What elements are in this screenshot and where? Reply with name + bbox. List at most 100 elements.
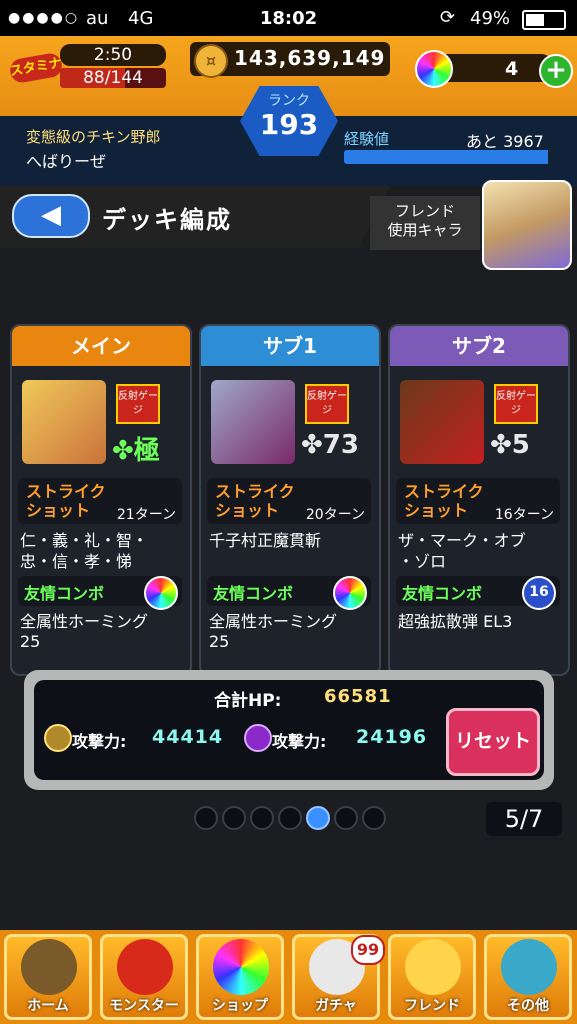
strike-shot-box: ストライク ショット 20ターン [207, 478, 371, 524]
strike-shot-name: ザ・マーク・オブ ・ゾロ [398, 531, 526, 571]
deck-slot-tab: サブ2 [390, 326, 568, 366]
friendship-combo-icon: 16 [522, 576, 556, 610]
bottom-nav: ホーム モンスター ショップ ガチャ 99 フレンド その他 [0, 930, 577, 1024]
deck-slot-1[interactable]: メイン反射ゲージ ✤極ストライク ショット 21ターン仁・義・礼・智・ 忠・信・孝・… [10, 324, 192, 676]
battery-percent: 49% [470, 8, 511, 29]
notification-badge: 99 [351, 935, 385, 965]
rank-badge: ランク 193 [240, 86, 338, 156]
status-bar: ●●●●○ au 4G 18:02 ⟳ 49% [0, 0, 577, 36]
nav-label: その他 [507, 998, 549, 1014]
page-dot-3[interactable] [250, 806, 274, 830]
other-icon [501, 939, 557, 995]
nav-other-button[interactable]: その他 [484, 934, 572, 1020]
monster-avatar[interactable] [400, 380, 484, 464]
deck-slot-3[interactable]: サブ2 反射ゲージ ✤5 ストライク ショット 16ターン ザ・マーク・オブ ・ゾロ 友情コ… [388, 324, 570, 676]
player-name: へばりーぜ [26, 152, 107, 171]
strike-shot-turns: 16ターン [494, 507, 554, 523]
battery-icon [522, 10, 566, 30]
strike-shot-label: ストライク ショット [404, 482, 484, 520]
luck-value: ✤極 [112, 436, 160, 466]
nav-label: モンスター [109, 998, 179, 1014]
orb-counter: 4 + [415, 50, 573, 88]
rotation-lock-icon: ⟳ [440, 7, 456, 28]
total-hp-value: 66581 [324, 686, 392, 707]
page-counter: 5/7 [486, 802, 562, 836]
page-dot-2[interactable] [222, 806, 246, 830]
friendship-combo-desc: 全属性ホーミング 25 [209, 612, 338, 651]
stamina-panel: スタミナ 2:50 88/144 [8, 44, 180, 92]
friendship-combo-icon [144, 576, 178, 610]
coin-icon: ¤ [194, 44, 228, 78]
stamina-timer: 2:50 [60, 44, 166, 66]
dark-element-icon [244, 724, 272, 752]
player-title: 変態級のチキン野郎 [26, 128, 161, 146]
nav-friend-button[interactable]: フレンド [388, 934, 476, 1020]
buy-orbs-button[interactable]: + [539, 54, 573, 88]
friendship-combo-label: 友情コンボ [402, 584, 483, 603]
nav-label: フレンド [404, 998, 460, 1014]
reflect-gauge-tag: 反射ゲージ [305, 384, 349, 424]
luck-value: ✤5 [490, 430, 530, 460]
home-icon [21, 939, 77, 995]
page-dot-5[interactable] [306, 806, 330, 830]
attack-label-1: 攻撃力: [72, 732, 127, 751]
friendship-combo-desc: 超強拡散弾 EL3 [398, 612, 513, 631]
friendship-combo-icon [333, 576, 367, 610]
luck-value: ✤73 [301, 430, 359, 460]
orb-icon [213, 939, 269, 995]
clover-icon: ✤ [112, 436, 134, 466]
nav-orb-button[interactable]: ショップ [196, 934, 284, 1020]
orb-value: 4 [505, 58, 519, 80]
nav-label: ガチャ [315, 998, 357, 1014]
back-button[interactable]: ◀ [12, 194, 90, 238]
reflect-gauge-tag: 反射ゲージ [494, 384, 538, 424]
page-dot-6[interactable] [334, 806, 358, 830]
nav-egg-button[interactable]: ガチャ 99 [292, 934, 385, 1020]
exp-bar-fill [344, 150, 548, 164]
title-bar: ◀ デッキ編成 [0, 186, 390, 248]
friend-character-avatar[interactable] [482, 180, 572, 270]
rank-value: 193 [259, 108, 319, 141]
deck-stats-panel: 合計HP: 66581 攻撃力: 44414 攻撃力: 24196 リセット [24, 670, 554, 790]
deck-slot-tab: メイン [12, 326, 190, 366]
reflect-gauge-tag: 反射ゲージ [116, 384, 160, 424]
attack-label-2: 攻撃力: [272, 732, 327, 751]
coin-counter: ¤ 143,639,149 [190, 42, 390, 78]
strike-shot-turns: 20ターン [305, 507, 365, 523]
nav-label: ホーム [27, 998, 69, 1014]
monster-icon [117, 939, 173, 995]
monster-avatar[interactable] [22, 380, 106, 464]
page-title: デッキ編成 [102, 206, 232, 234]
stamina-icon: スタミナ [8, 51, 64, 85]
friendship-combo-box: 友情コンボ 16 [396, 576, 560, 610]
friend-character-text: フレンド 使用キャラ [387, 202, 463, 239]
page-dot-7[interactable] [362, 806, 386, 830]
monster-avatar[interactable] [211, 380, 295, 464]
strike-shot-label: ストライク ショット [26, 482, 106, 520]
exp-bar [344, 150, 554, 164]
clover-icon: ✤ [301, 430, 323, 460]
page-dot-1[interactable] [194, 806, 218, 830]
strike-shot-box: ストライク ショット 21ターン [18, 478, 182, 524]
attack-value-1: 44414 [152, 726, 224, 748]
exp-remaining: あと 3967 [466, 132, 544, 151]
deck-slot-tab: サブ1 [201, 326, 379, 366]
nav-home-button[interactable]: ホーム [4, 934, 92, 1020]
stamina-value: 88/144 [83, 68, 143, 88]
strike-shot-box: ストライク ショット 16ターン [396, 478, 560, 524]
clover-icon: ✤ [490, 430, 512, 460]
friendship-combo-desc: 全属性ホーミング 25 [20, 612, 149, 651]
friend-character-label[interactable]: フレンド 使用キャラ [370, 196, 480, 250]
friendship-combo-box: 友情コンボ [18, 576, 182, 610]
nav-label: ショップ [212, 998, 268, 1014]
coin-value: 143,639,149 [234, 46, 386, 70]
friendship-combo-box: 友情コンボ [207, 576, 371, 610]
nav-monster-button[interactable]: モンスター [100, 934, 188, 1020]
exp-label: 経験値 [344, 130, 390, 148]
deck-slot-2[interactable]: サブ1 反射ゲージ ✤73 ストライク ショット 20ターン 千子村正魔貫斬 友情コンボ 全属… [199, 324, 381, 676]
page-dot-4[interactable] [278, 806, 302, 830]
total-hp-label: 合計HP: [214, 691, 282, 711]
friendship-combo-label: 友情コンボ [24, 584, 105, 603]
reset-button[interactable]: リセット [446, 708, 540, 776]
strike-shot-name: 仁・義・礼・智・ 忠・信・孝・悌 [20, 531, 149, 571]
